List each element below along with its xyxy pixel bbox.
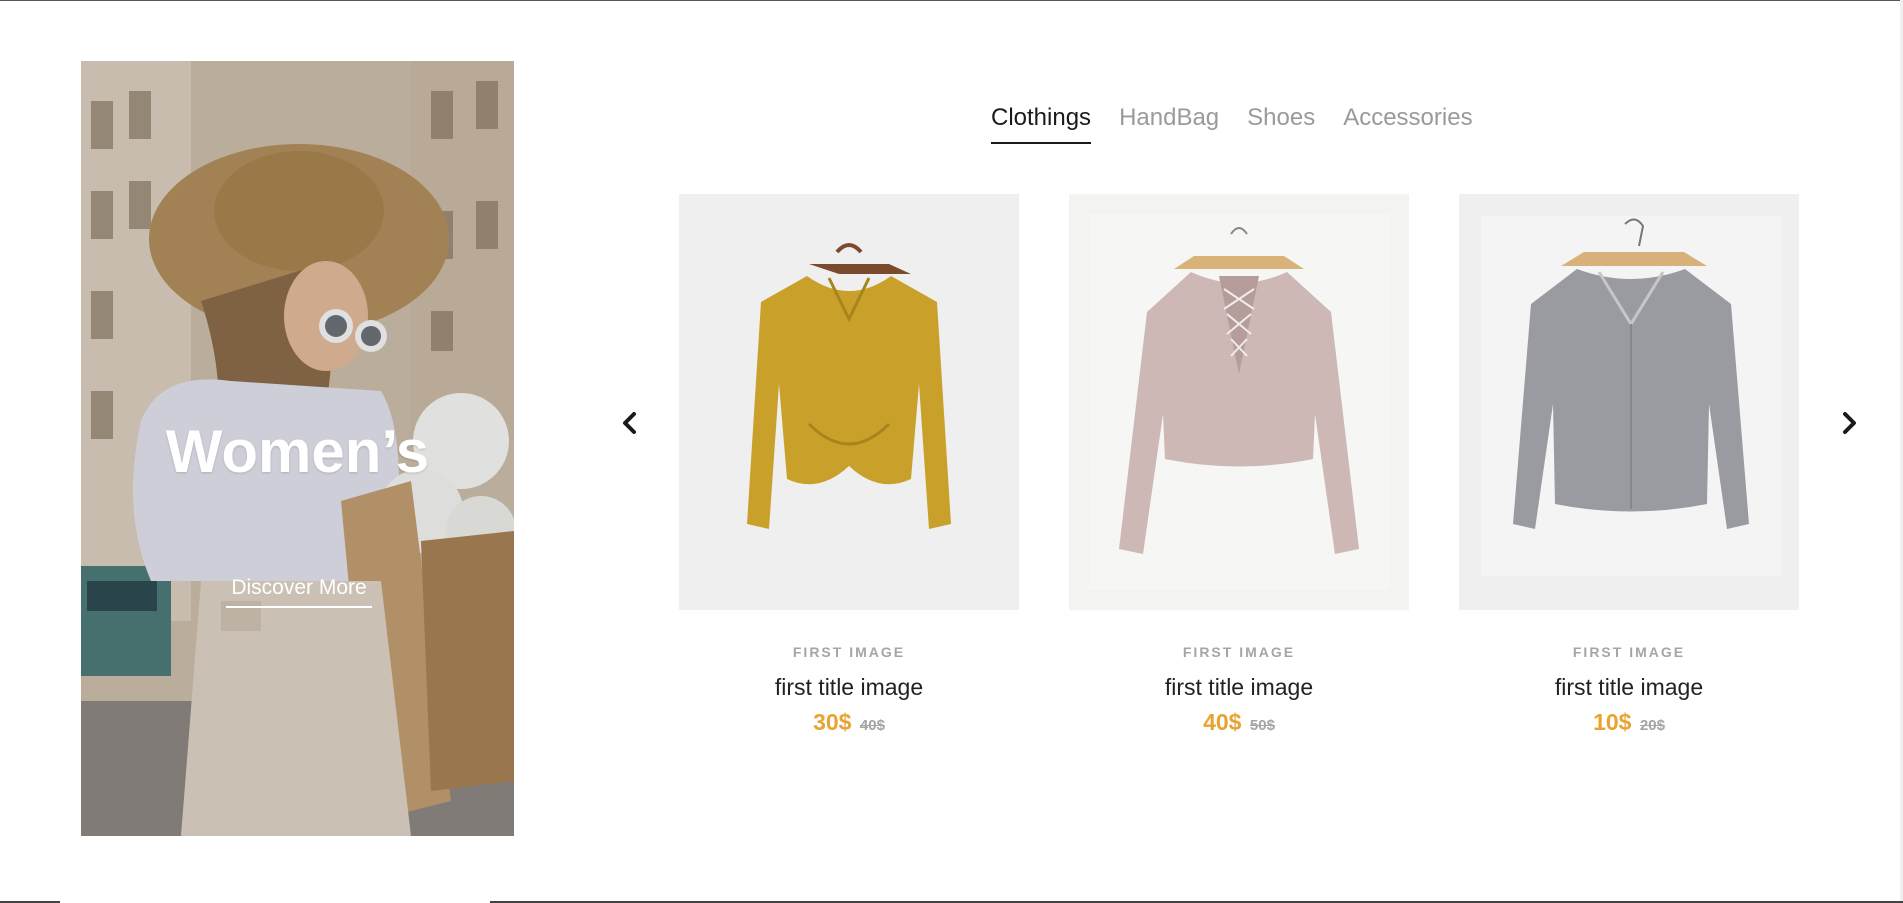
- product-price: 10$: [1593, 709, 1632, 735]
- product-image[interactable]: [679, 194, 1019, 610]
- product-category: FIRST IMAGE: [792, 644, 906, 660]
- tab-accessories[interactable]: Accessories: [1343, 104, 1472, 144]
- product-category: FIRST IMAGE: [1182, 644, 1296, 660]
- product-old-price: 40$: [859, 717, 885, 734]
- product-title[interactable]: first title image: [679, 674, 1019, 701]
- product-category: FIRST IMAGE: [1572, 644, 1686, 660]
- chevron-left-icon: [623, 412, 636, 434]
- tab-handbag[interactable]: HandBag: [1119, 104, 1219, 144]
- sweater-image: [747, 243, 951, 529]
- womens-banner[interactable]: Women’s Discover More: [81, 61, 514, 836]
- carousel-next-button[interactable]: [1834, 405, 1864, 441]
- product-card-3[interactable]: FIRST IMAGE first title image 10$ 20$: [1459, 194, 1799, 736]
- sweater-image: [1089, 214, 1389, 590]
- top-divider: [0, 0, 1903, 1]
- product-prices: 10$ 20$: [1459, 709, 1799, 736]
- product-card-2[interactable]: FIRST IMAGE first title image 40$ 50$: [1069, 194, 1409, 736]
- chevron-right-icon: [1843, 412, 1856, 434]
- product-title[interactable]: first title image: [1069, 674, 1409, 701]
- sweater-image: [1481, 216, 1781, 576]
- tab-shoes[interactable]: Shoes: [1247, 104, 1315, 144]
- product-old-price: 20$: [1639, 717, 1665, 734]
- carousel-prev-button[interactable]: [615, 405, 645, 441]
- product-card-1[interactable]: FIRST IMAGE first title image 30$ 40$: [679, 194, 1019, 736]
- product-image[interactable]: [1459, 194, 1799, 610]
- page: Women’s Discover More Clothings HandBag …: [0, 0, 1903, 903]
- banner-title: Women’s: [165, 418, 430, 485]
- product-image[interactable]: [1069, 194, 1409, 610]
- product-prices: 40$ 50$: [1069, 709, 1409, 736]
- product-prices: 30$ 40$: [679, 709, 1019, 736]
- product-price: 30$: [813, 709, 852, 735]
- product-old-price: 50$: [1249, 717, 1275, 734]
- product-title[interactable]: first title image: [1459, 674, 1799, 701]
- discover-more-link[interactable]: Discover More: [226, 576, 372, 608]
- category-tabs: Clothings HandBag Shoes Accessories: [991, 104, 1473, 144]
- product-price: 40$: [1203, 709, 1242, 735]
- tab-clothings[interactable]: Clothings: [991, 104, 1092, 144]
